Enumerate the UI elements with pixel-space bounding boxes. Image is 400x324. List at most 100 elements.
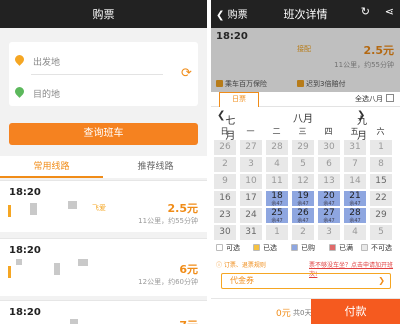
coupon-selector[interactable]: 代金券 ❯	[221, 273, 391, 289]
calendar-day[interactable]: 10	[240, 174, 262, 189]
trip-detail-screen: ❮ 购票 班次详情 ↻ ⋖ 18:20 接配 2.5元 11公里，约55分钟 乘…	[211, 0, 400, 324]
calendar-day-selected[interactable]: 28 余47	[344, 208, 366, 224]
calendar-day[interactable]: 29	[370, 208, 392, 223]
day-number: 27	[323, 208, 335, 218]
calendar-day[interactable]: 17	[240, 191, 262, 206]
calendar-panel: 日票 全选八月 ❮ 七月 八月 九月 ❯ 日一二三四五六 26 27 28 29 30 3…	[211, 92, 400, 324]
calendar-day[interactable]: 22	[370, 191, 392, 206]
day-number: 30	[323, 142, 335, 152]
calendar-day[interactable]: 8	[370, 157, 392, 172]
seats-left: 余47	[297, 201, 309, 207]
route-card[interactable]: 18:20 6元 12公里，约60分钟	[0, 238, 207, 296]
legend-swatch	[361, 244, 368, 251]
calendar-day[interactable]: 31	[344, 140, 366, 155]
calendar-day[interactable]: 14	[344, 174, 366, 189]
legend-item: 已购	[291, 243, 315, 253]
next-month-button[interactable]: 九月 ❯	[357, 110, 367, 142]
day-number: 28	[349, 208, 361, 218]
calendar-day-selected[interactable]: 19 余47	[292, 191, 314, 207]
search-card: 出发地 目的地 ⟳	[9, 42, 198, 106]
legend-swatch	[291, 244, 298, 251]
day-number: 28	[271, 142, 283, 152]
to-field[interactable]: 目的地	[13, 80, 170, 106]
pay-button[interactable]: 付款	[311, 299, 400, 324]
month-switcher: ❮ 七月 八月 九月 ❯	[211, 108, 400, 142]
legend-label: 不可选	[371, 244, 392, 252]
calendar-day[interactable]: 28	[266, 140, 288, 155]
calendar-day-selected[interactable]: 21 余47	[344, 191, 366, 207]
calendar-day[interactable]: 6	[318, 157, 340, 172]
page-title: 班次详情	[283, 8, 328, 21]
select-all-toggle[interactable]: 全选八月	[355, 94, 394, 104]
day-number: 3	[248, 159, 254, 169]
day-number: 16	[219, 193, 231, 203]
calendar-day[interactable]: 2	[214, 157, 236, 172]
day-number: 29	[375, 210, 387, 220]
route-card[interactable]: 18:20 飞爱 2.5元 11公里，约55分钟	[0, 180, 207, 232]
day-number: 11	[271, 176, 283, 186]
calendar-day-selected[interactable]: 26 余47	[292, 208, 314, 224]
route-price: 2.5元	[167, 202, 199, 215]
tab-recommended-routes[interactable]: 推荐线路	[104, 156, 207, 178]
weekday-label: 一	[246, 127, 255, 136]
day-number: 29	[297, 142, 309, 152]
select-all-label: 全选八月	[355, 95, 383, 103]
rules-text: 订票、退票规则	[223, 262, 266, 269]
info-icon: ⓘ	[216, 262, 224, 269]
query-button[interactable]: 查询班车	[9, 123, 198, 145]
calendar-day[interactable]: 16	[214, 191, 236, 206]
prev-month-button[interactable]: ❮ 七月	[217, 110, 235, 142]
day-number: 18	[271, 191, 283, 201]
calendar-day[interactable]: 3	[318, 225, 340, 240]
calendar-day[interactable]: 9	[214, 174, 236, 189]
calendar-day[interactable]: 3	[240, 157, 262, 172]
calendar-day[interactable]: 30	[318, 140, 340, 155]
current-month: 八月	[293, 114, 313, 125]
calendar-day[interactable]: 24	[240, 208, 262, 223]
calendar-day[interactable]: 11	[266, 174, 288, 189]
route-card[interactable]: 18:20 7元	[0, 300, 207, 324]
day-number: 13	[323, 176, 335, 186]
calendar-day[interactable]: 27	[240, 140, 262, 155]
tab-frequent-routes[interactable]: 常用线路	[0, 156, 103, 178]
route-accent	[8, 205, 11, 217]
day-number: 26	[297, 208, 309, 218]
calendar-day[interactable]: 29	[292, 140, 314, 155]
from-field[interactable]: 出发地	[13, 48, 170, 74]
day-number: 22	[375, 193, 387, 203]
calendar-day[interactable]: 23	[214, 208, 236, 223]
chevron-right-icon: ❯	[378, 276, 385, 285]
calendar-day[interactable]: 12	[292, 174, 314, 189]
location-pin-icon	[13, 85, 26, 98]
calendar-day[interactable]: 30	[214, 225, 236, 240]
calendar-day[interactable]: 5	[292, 157, 314, 172]
rules-link[interactable]: ⓘ 订票、退票规则	[216, 260, 266, 269]
calendar-day-selected[interactable]: 25 余47	[266, 208, 288, 224]
calendar-day[interactable]: 31	[240, 225, 262, 240]
calendar-day-selected[interactable]: 27 余47	[318, 208, 340, 224]
calendar-day[interactable]: 1	[370, 140, 392, 155]
calendar-day[interactable]: 26	[214, 140, 236, 155]
pay-days: 共0天	[293, 309, 312, 317]
legend-label: 已满	[339, 244, 353, 252]
calendar-day[interactable]: 7	[344, 157, 366, 172]
calendar-day[interactable]: 4	[266, 157, 288, 172]
legend-label: 已选	[263, 244, 277, 252]
swap-icon[interactable]: ⟳	[179, 66, 194, 81]
calendar-day[interactable]: 13	[318, 174, 340, 189]
calendar-day[interactable]: 5	[370, 225, 392, 240]
refresh-icon[interactable]: ↻	[361, 5, 370, 18]
calendar-day[interactable]: 2	[292, 225, 314, 240]
weekday-label: 二	[272, 127, 281, 136]
day-number: 4	[352, 227, 358, 237]
day-number: 14	[349, 176, 361, 186]
calendar-day-selected[interactable]: 20 余47	[318, 191, 340, 207]
tab-daily-ticket[interactable]: 日票	[219, 92, 259, 107]
calendar-day[interactable]: 15	[370, 174, 392, 189]
share-icon[interactable]: ⋖	[385, 5, 394, 18]
weekday-label: 五	[350, 127, 359, 136]
calendar-day[interactable]: 1	[266, 225, 288, 240]
calendar-day-selected[interactable]: 18 余47	[266, 191, 288, 207]
route-time: 18:20	[9, 245, 41, 256]
calendar-day[interactable]: 4	[344, 225, 366, 240]
